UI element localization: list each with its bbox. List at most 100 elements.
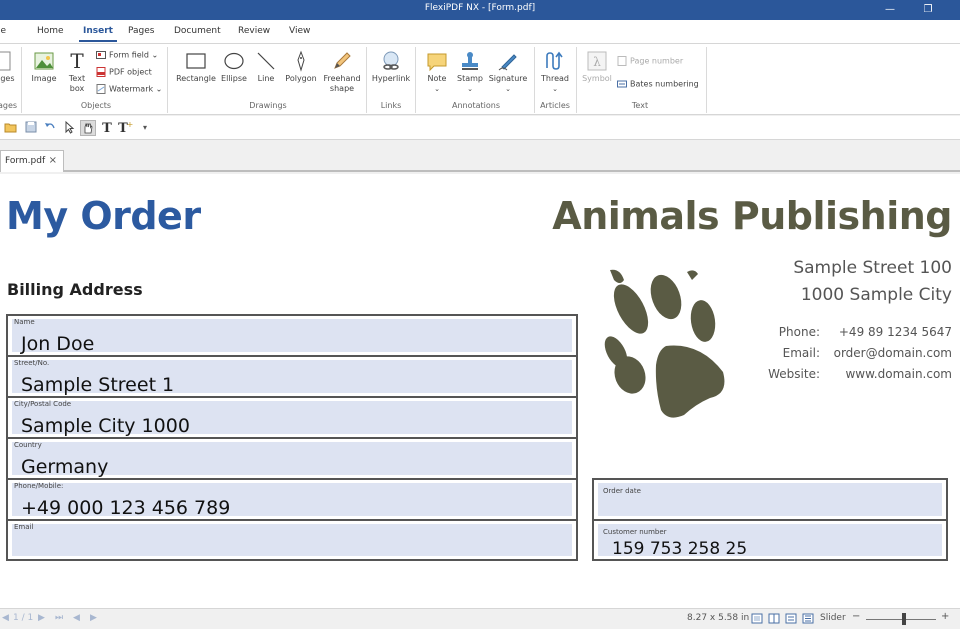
- email-value: order@domain.com: [833, 346, 952, 360]
- tab-insert[interactable]: Insert: [79, 26, 117, 42]
- watermark-button[interactable]: Watermark ⌄: [96, 84, 162, 94]
- first-page-icon[interactable]: ◀: [2, 613, 9, 623]
- signature-button[interactable]: Signature ⌄: [487, 50, 529, 94]
- two-page-view-icon[interactable]: [768, 613, 780, 627]
- minimize-button[interactable]: —: [882, 2, 898, 18]
- phone-field[interactable]: Phone/Mobile: +49 000 123 456 789: [8, 480, 576, 521]
- svg-text:T: T: [102, 121, 112, 134]
- paw-print-logo: [604, 269, 725, 418]
- svg-text:T: T: [70, 50, 84, 72]
- single-page-view-icon[interactable]: [751, 613, 763, 627]
- field-fill: [598, 483, 942, 516]
- close-icon[interactable]: ×: [49, 155, 57, 166]
- form-field-button[interactable]: Form field ⌄: [96, 50, 158, 60]
- polygon-button[interactable]: Polygon: [283, 50, 319, 84]
- tab-home[interactable]: Home: [37, 26, 64, 36]
- page-indicator[interactable]: 1 / 1: [13, 613, 33, 623]
- group-label-articles: Articles: [540, 101, 570, 110]
- street-field[interactable]: Street/No. Sample Street 1: [8, 357, 576, 398]
- watermark-icon: [96, 84, 106, 94]
- open-folder-icon[interactable]: [3, 120, 19, 136]
- back-icon[interactable]: ◀: [73, 613, 80, 623]
- pdf-object-icon: [96, 67, 106, 77]
- text-box-button[interactable]: T Text box: [63, 50, 91, 94]
- title-bar: FlexiPDF NX - [Form.pdf] — ❐: [0, 0, 960, 20]
- window-title: FlexiPDF NX - [Form.pdf]: [424, 3, 536, 13]
- freehand-shape-button[interactable]: Freehand shape: [321, 50, 363, 94]
- form-field-icon: [96, 51, 106, 59]
- phone-value: +49 89 1234 5647: [838, 325, 952, 339]
- country-field[interactable]: Country Germany: [8, 439, 576, 480]
- note-label: Note: [427, 74, 447, 83]
- group-separator: [534, 47, 535, 113]
- thread-button[interactable]: Thread ⌄: [538, 50, 572, 94]
- document-tab-label: Form.pdf: [5, 156, 46, 166]
- tab-file[interactable]: le: [0, 26, 6, 36]
- save-icon[interactable]: [23, 120, 39, 136]
- company-name: Animals Publishing: [552, 194, 952, 238]
- pages-button[interactable]: ages: [0, 50, 16, 84]
- document-tab[interactable]: Form.pdf ×: [0, 150, 64, 172]
- polygon-icon: [297, 50, 305, 72]
- pdf-object-label: PDF object: [109, 67, 152, 77]
- field-label: Order date: [603, 487, 641, 495]
- tab-pages[interactable]: Pages: [128, 26, 154, 36]
- stamp-button[interactable]: Stamp ⌄: [455, 50, 485, 94]
- image-button-label: Image: [31, 74, 57, 83]
- group-separator: [415, 47, 416, 113]
- hyperlink-label: Hyperlink: [371, 74, 411, 83]
- order-info-form: Order date Customer number 159 753 258 2…: [592, 478, 948, 561]
- field-fill: [12, 524, 572, 556]
- next-page-icon[interactable]: ▶: [38, 613, 45, 623]
- chevron-down-icon: ⌄: [552, 85, 558, 93]
- ellipse-label: Ellipse: [221, 74, 247, 83]
- hand-tool-icon[interactable]: [80, 120, 96, 136]
- tab-review[interactable]: Review: [238, 26, 270, 36]
- image-button[interactable]: Image: [30, 50, 58, 84]
- hyperlink-button[interactable]: Hyperlink: [370, 50, 412, 84]
- symbol-button[interactable]: λ Symbol: [580, 50, 614, 84]
- order-date-field[interactable]: Order date: [594, 480, 946, 521]
- chevron-down-icon: ⌄: [505, 85, 511, 93]
- chevron-down-icon: ⌄: [467, 85, 473, 93]
- pdf-object-button[interactable]: PDF object: [96, 67, 152, 77]
- note-button[interactable]: Note ⌄: [424, 50, 450, 94]
- zoom-in-button[interactable]: +: [941, 611, 949, 622]
- zoom-out-button[interactable]: −: [852, 611, 860, 622]
- pdf-page: My Order Animals Publishing Billing Addr…: [0, 174, 960, 608]
- tab-view[interactable]: View: [289, 26, 310, 36]
- thread-label: Thread: [541, 74, 569, 83]
- line-button[interactable]: Line: [253, 50, 279, 84]
- customer-number-field[interactable]: Customer number 159 753 258 25: [594, 521, 946, 559]
- text-edit-icon[interactable]: T +: [117, 120, 133, 136]
- text-box-icon: T: [70, 50, 84, 72]
- quick-access-toolbar: T T + ▾: [0, 116, 960, 140]
- email-field[interactable]: Email: [8, 521, 576, 559]
- continuous-view-icon[interactable]: [785, 613, 797, 627]
- last-page-icon[interactable]: ⏭: [55, 613, 63, 623]
- page-number-button[interactable]: Page number: [617, 56, 683, 66]
- city-postal-field[interactable]: City/Postal Code Sample City 1000: [8, 398, 576, 439]
- stamp-icon: [462, 52, 478, 70]
- bates-numbering-button[interactable]: Bates numbering: [617, 79, 699, 89]
- tab-document[interactable]: Document: [174, 26, 221, 36]
- forward-icon[interactable]: ▶: [90, 613, 97, 623]
- stamp-label: Stamp: [457, 74, 483, 83]
- select-cursor-icon[interactable]: [61, 120, 77, 136]
- group-label-text: Text: [631, 101, 649, 110]
- restore-button[interactable]: ❐: [920, 2, 936, 18]
- zoom-slider-track[interactable]: [866, 619, 936, 620]
- zoom-mode[interactable]: Slider: [820, 613, 846, 623]
- symbol-label: Symbol: [582, 74, 612, 83]
- ellipse-button[interactable]: Ellipse: [219, 50, 249, 84]
- zoom-slider-thumb[interactable]: [902, 613, 906, 625]
- field-value: Sample Street 1: [21, 374, 175, 396]
- customize-toolbar-icon[interactable]: ▾: [137, 120, 153, 136]
- text-tool-icon[interactable]: T: [99, 120, 115, 136]
- name-field[interactable]: Name Jon Doe: [8, 316, 576, 357]
- rectangle-button[interactable]: Rectangle: [174, 50, 218, 84]
- website-value: www.domain.com: [845, 367, 952, 381]
- rectangle-label: Rectangle: [176, 74, 216, 83]
- fit-width-icon[interactable]: [802, 613, 814, 627]
- undo-icon[interactable]: [42, 120, 58, 136]
